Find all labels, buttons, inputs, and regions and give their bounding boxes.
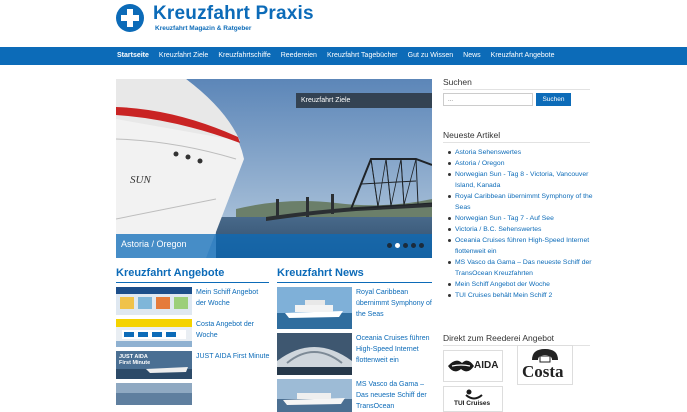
nav-item-kreuzfahrt-angebote[interactable]: Kreuzfahrt Angebote	[491, 47, 555, 65]
site-header: Kreuzfahrt Praxis Kreuzfahrt Magazin & R…	[0, 0, 687, 47]
cross-logo-icon[interactable]	[116, 4, 144, 32]
recent-article-item[interactable]: Oceania Cruises führen High-Speed Intern…	[448, 235, 593, 257]
slider-dot[interactable]	[419, 243, 424, 248]
recent-article-item[interactable]: TUI Cruises behält Mein Schiff 2	[448, 290, 593, 301]
angebot-thumb-extra[interactable]	[116, 383, 192, 405]
news-link-vasco[interactable]: MS Vasco da Gama – Das neueste Schiff de…	[356, 379, 432, 412]
recent-article-item[interactable]: Astoria Sehenswertes	[448, 147, 593, 158]
nav-item-startseite[interactable]: Startseite	[117, 47, 149, 65]
news-thumb-oceania[interactable]	[277, 333, 352, 375]
main-navigation: Startseite Kreuzfahrt Ziele Kreuzfahrtsc…	[0, 47, 687, 65]
nav-item-news[interactable]: News	[463, 47, 481, 65]
site-tagline: Kreuzfahrt Magazin & Ratgeber	[155, 25, 252, 32]
recent-article-item[interactable]: Norwegian Sun - Tag 8 - Victoria, Vancou…	[448, 169, 593, 191]
recent-article-item[interactable]: MS Vasco da Gama – Das neueste Schiff de…	[448, 257, 593, 279]
angebot-link-costa[interactable]: Costa Angebot der Woche	[196, 319, 268, 341]
recent-articles-list: Astoria Sehenswertes Astoria / Oregon No…	[448, 147, 593, 301]
nav-item-tagebuecher[interactable]: Kreuzfahrt Tagebücher	[327, 47, 398, 65]
slide-category-label[interactable]: Kreuzfahrt Ziele	[296, 93, 432, 108]
angebot-thumb-aida[interactable]: JUST AIDA First Minute	[116, 351, 192, 379]
news-section-title[interactable]: Kreuzfahrt News	[277, 267, 364, 279]
direct-offers-title: Direkt zum Reederei Angebot	[443, 333, 555, 343]
angebote-divider	[116, 282, 269, 283]
ship-lettering: SUN	[130, 174, 151, 186]
search-widget-title: Suchen	[443, 77, 472, 87]
news-link-symphony[interactable]: Royal Caribbean übernimmt Symphony of th…	[356, 287, 432, 320]
search-widget-divider	[443, 89, 590, 90]
tui-logo-link[interactable]: TUI Cruises	[443, 386, 503, 412]
aida-thumb-text: JUST AIDA First Minute	[119, 354, 151, 366]
recent-article-item[interactable]: Astoria / Oregon	[448, 158, 593, 169]
aida-logo-link[interactable]: AIDA	[443, 350, 503, 382]
site-title[interactable]: Kreuzfahrt Praxis	[153, 3, 314, 25]
costa-logo-link[interactable]: Costa	[517, 345, 573, 385]
nav-item-kreuzfahrtschiffe[interactable]: Kreuzfahrtschiffe	[218, 47, 270, 65]
tui-logo-text: TUI Cruises	[454, 400, 491, 407]
slide-caption-bar: Astoria / Oregon	[116, 234, 432, 258]
slide-caption-text[interactable]: Astoria / Oregon	[121, 239, 187, 249]
recent-article-item[interactable]: Norwegian Sun - Tag 7 - Auf See	[448, 213, 593, 224]
featured-slider[interactable]: SUN Kreuzfahrt Ziele Astoria / Oregon	[116, 79, 432, 258]
angebote-section-title[interactable]: Kreuzfahrt Angebote	[116, 267, 224, 279]
angebot-link-mein-schiff[interactable]: Mein Schiff Angebot der Woche	[196, 287, 268, 309]
slider-dot[interactable]	[387, 243, 392, 248]
news-divider	[277, 282, 432, 283]
costa-logo-text: Costa	[522, 362, 564, 381]
nav-item-gut-zu-wissen[interactable]: Gut zu Wissen	[408, 47, 454, 65]
search-button[interactable]: Suchen	[536, 93, 571, 106]
recent-articles-divider	[443, 142, 590, 143]
slider-pagination	[387, 243, 424, 248]
slider-dot-active[interactable]	[395, 243, 400, 248]
nav-item-kreuzfahrt-ziele[interactable]: Kreuzfahrt Ziele	[159, 47, 208, 65]
aida-logo-text: AIDA	[474, 360, 499, 371]
slider-dot[interactable]	[411, 243, 416, 248]
recent-articles-title: Neueste Artikel	[443, 130, 501, 140]
news-link-oceania[interactable]: Oceania Cruises führen High-Speed Intern…	[356, 333, 432, 366]
recent-article-item[interactable]: Royal Caribbean übernimmt Symphony of th…	[448, 191, 593, 213]
angebot-link-aida[interactable]: JUST AIDA First Minute	[196, 351, 274, 362]
angebot-thumb-costa[interactable]	[116, 319, 192, 347]
recent-article-item[interactable]: Mein Schiff Angebot der Woche	[448, 279, 593, 290]
news-thumb-vasco[interactable]	[277, 379, 352, 412]
recent-article-item[interactable]: Victoria / B.C. Sehenswertes	[448, 224, 593, 235]
search-input[interactable]	[443, 93, 533, 106]
slider-dot[interactable]	[403, 243, 408, 248]
angebot-thumb-mein-schiff[interactable]	[116, 287, 192, 315]
news-thumb-symphony[interactable]	[277, 287, 352, 329]
nav-item-reedereien[interactable]: Reedereien	[281, 47, 317, 65]
